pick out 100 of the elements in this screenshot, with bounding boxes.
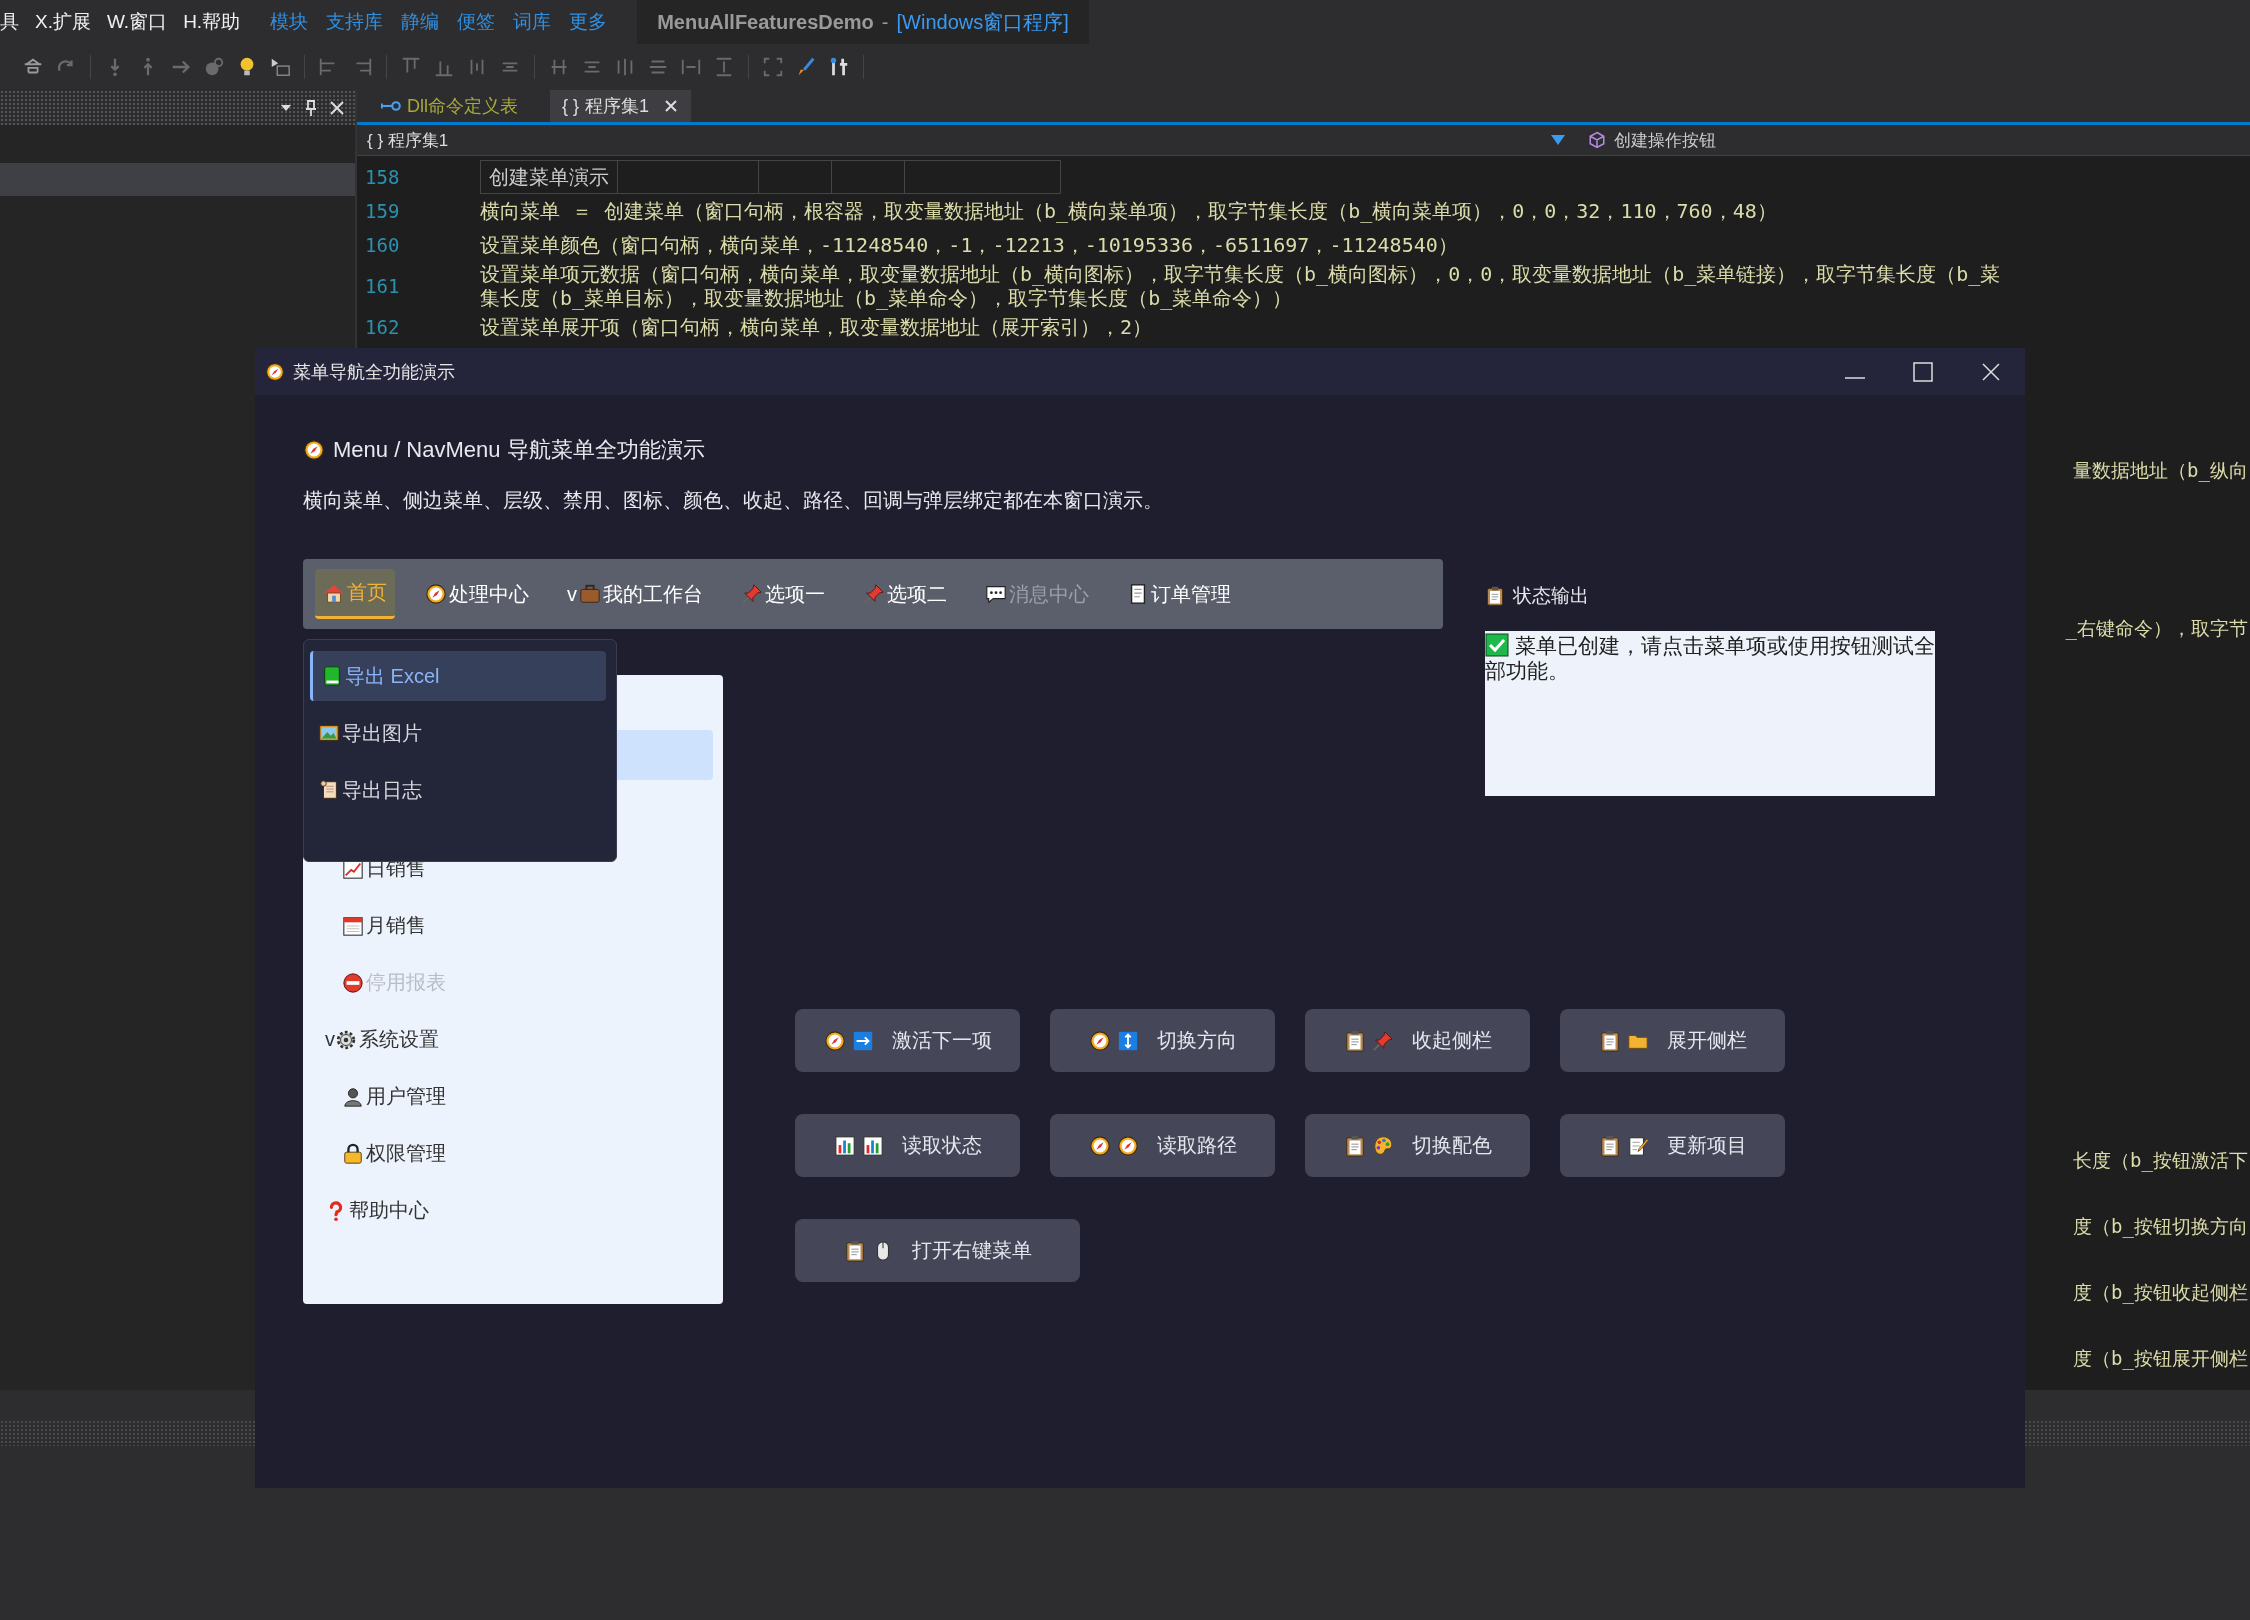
- code-line: 量数据地址（b_纵向: [2073, 458, 2249, 484]
- side-menu-item[interactable]: 用户管理: [342, 1083, 446, 1110]
- side-menu-item[interactable]: 系统设置: [335, 1026, 439, 1053]
- code-line: 设置菜单展开项（窗口句柄，横向菜单，取变量数据地址（展开索引），2）: [480, 313, 1153, 341]
- pin-icon[interactable]: [303, 98, 319, 117]
- menu-bar-item[interactable]: 选项二: [855, 569, 955, 619]
- fit-icon[interactable]: [762, 56, 784, 78]
- action-button[interactable]: 读取路径: [1050, 1114, 1275, 1177]
- pushpin-icon: [741, 583, 763, 605]
- dropdown-item[interactable]: 导出日志: [310, 765, 606, 815]
- action-button[interactable]: 切换方向: [1050, 1009, 1275, 1072]
- menu-bar-item[interactable]: 选项一: [733, 569, 833, 619]
- toolbar-link[interactable]: 更多: [569, 9, 608, 35]
- calendar-icon: [342, 914, 364, 937]
- breadcrumb[interactable]: { } 程序集1: [367, 128, 449, 152]
- action-button[interactable]: 展开侧栏: [1560, 1009, 1785, 1072]
- checkmark-icon: [1485, 633, 1509, 657]
- person-icon: [342, 1085, 364, 1108]
- line-number: 162: [364, 316, 401, 338]
- bar-chart-icon: [861, 1134, 884, 1157]
- compass-icon: [823, 1029, 846, 1052]
- compass-icon: [1088, 1029, 1111, 1052]
- dropdown-item[interactable]: 导出图片: [310, 708, 606, 758]
- line-number: 158: [364, 166, 401, 188]
- tools-icon[interactable]: [828, 56, 850, 78]
- scroll-icon: [318, 779, 340, 801]
- clipboard-icon: [843, 1239, 866, 1262]
- toolbar-link[interactable]: 支持库: [326, 9, 384, 35]
- compass-icon: [1116, 1134, 1139, 1157]
- menu-item[interactable]: 具: [0, 9, 19, 35]
- status-output: 菜单已创建，请点击菜单项或使用按钮测试全部功能。: [1485, 631, 1935, 796]
- editor-tab[interactable]: { } 程序集1: [550, 90, 692, 122]
- menu-bar-item[interactable]: 处理中心: [417, 569, 537, 619]
- code-line: 度（b_按钮收起侧栏: [2073, 1280, 2249, 1306]
- project-type: [Windows窗口程序]: [896, 9, 1069, 35]
- book-icon: [321, 665, 343, 687]
- bar-chart-icon: [833, 1134, 856, 1157]
- expand-marker[interactable]: v: [325, 1028, 335, 1051]
- close-icon[interactable]: [663, 98, 680, 114]
- dropdown-item[interactable]: 导出 Excel: [310, 651, 606, 701]
- menu-bar-item[interactable]: 订单管理: [1119, 569, 1239, 619]
- line-number: 161: [364, 275, 401, 297]
- compass-icon: [265, 361, 285, 382]
- clipboard-icon: [1343, 1134, 1366, 1157]
- toolbar-link[interactable]: 便签: [457, 9, 496, 35]
- close-icon[interactable]: [329, 99, 345, 116]
- compass-icon: [425, 583, 447, 605]
- window-title: 菜单导航全功能演示: [293, 360, 455, 384]
- compass-icon: [303, 439, 325, 461]
- padlock-icon: [342, 1142, 364, 1165]
- clipboard-icon: [1598, 1134, 1621, 1157]
- clipboard-icon: [1485, 586, 1505, 606]
- maximize-icon[interactable]: [1911, 359, 1935, 384]
- side-menu-item[interactable]: 月销售: [342, 912, 426, 939]
- member-selector[interactable]: 创建操作按钮: [1614, 128, 1716, 152]
- code-line: 横向菜单 ＝ 创建菜单（窗口句柄，根容器，取变量数据地址（b_横向菜单项），取字节集长度（b_横向菜单项），0，0，32，110，760，48）: [480, 197, 1777, 225]
- toolbar-link[interactable]: 词库: [513, 9, 552, 35]
- cube-icon: [1588, 131, 1606, 149]
- action-button[interactable]: 更新项目: [1560, 1114, 1785, 1177]
- toolbar-link[interactable]: 模块: [270, 9, 309, 35]
- run-cursor-icon[interactable]: [269, 56, 291, 78]
- clipboard-icon: [1343, 1029, 1366, 1052]
- memo-icon: [1626, 1134, 1649, 1157]
- toolbar-link[interactable]: 静编: [401, 9, 440, 35]
- action-button[interactable]: 读取状态: [795, 1114, 1020, 1177]
- briefcase-icon: [579, 583, 601, 605]
- no-entry-icon: [342, 971, 364, 994]
- side-menu-item[interactable]: 帮助中心: [325, 1197, 429, 1224]
- dropdown-icon[interactable]: [1550, 134, 1566, 146]
- menu-item[interactable]: X.扩展: [35, 9, 91, 35]
- code-line: 长度（b_按钮激活下: [2073, 1148, 2249, 1174]
- side-menu-item[interactable]: 权限管理: [342, 1140, 446, 1167]
- action-button[interactable]: 收起侧栏: [1305, 1009, 1530, 1072]
- line-number: 160: [364, 234, 401, 256]
- table-cell: 创建菜单演示: [481, 161, 618, 193]
- speech-bubble-icon: [985, 583, 1007, 605]
- clipboard-icon: [1598, 1029, 1621, 1052]
- line-number: 159: [364, 200, 401, 222]
- action-button[interactable]: 切换配色: [1305, 1114, 1530, 1177]
- gear-icon: [335, 1028, 357, 1051]
- menu-item[interactable]: H.帮助: [183, 9, 241, 35]
- code-line: 设置菜单项元数据（窗口句柄，横向菜单，取变量数据地址（b_横向图标），取字节集长度（b_横向图标），0，0，取变量数据地址（b_菜单链接），取字节集长度（b_菜: [480, 262, 2001, 286]
- description: 横向菜单、侧边菜单、层级、禁用、图标、颜色、收起、路径、回调与弹层绑定都在本窗口演示。: [303, 488, 1164, 513]
- pushpin-icon: [1371, 1029, 1394, 1052]
- compass-icon: [1088, 1134, 1111, 1157]
- page-heading: Menu / NavMenu 导航菜单全功能演示: [333, 436, 705, 464]
- palette-icon: [1371, 1134, 1394, 1157]
- menu-item[interactable]: W.窗口: [106, 9, 168, 35]
- pushpin-icon: [863, 583, 885, 605]
- window-title: MenuAllFeaturesDemo: [657, 10, 874, 34]
- code-line: 设置菜单颜色（窗口句柄，横向菜单，-11248540，-1，-12213，-10195336，-6511697，-11248540）: [480, 231, 1458, 259]
- action-button[interactable]: 打开右键菜单: [795, 1219, 1080, 1282]
- code-line: _右键命令），取字节: [2065, 616, 2249, 642]
- menu-bar-item[interactable]: v 我的工作台: [559, 569, 711, 619]
- code-line: 度（b_按钮展开侧栏: [2073, 1346, 2249, 1372]
- title-separator: -: [881, 10, 889, 34]
- editor-tab[interactable]: Dll命令定义表: [369, 90, 530, 122]
- code-line: 集长度（b_菜单目标），取变量数据地址（b_菜单命令），取字节集长度（b_菜单命令））: [480, 286, 1294, 310]
- status-label: 状态输出: [1513, 584, 1589, 608]
- action-button[interactable]: 激活下一项: [795, 1009, 1020, 1072]
